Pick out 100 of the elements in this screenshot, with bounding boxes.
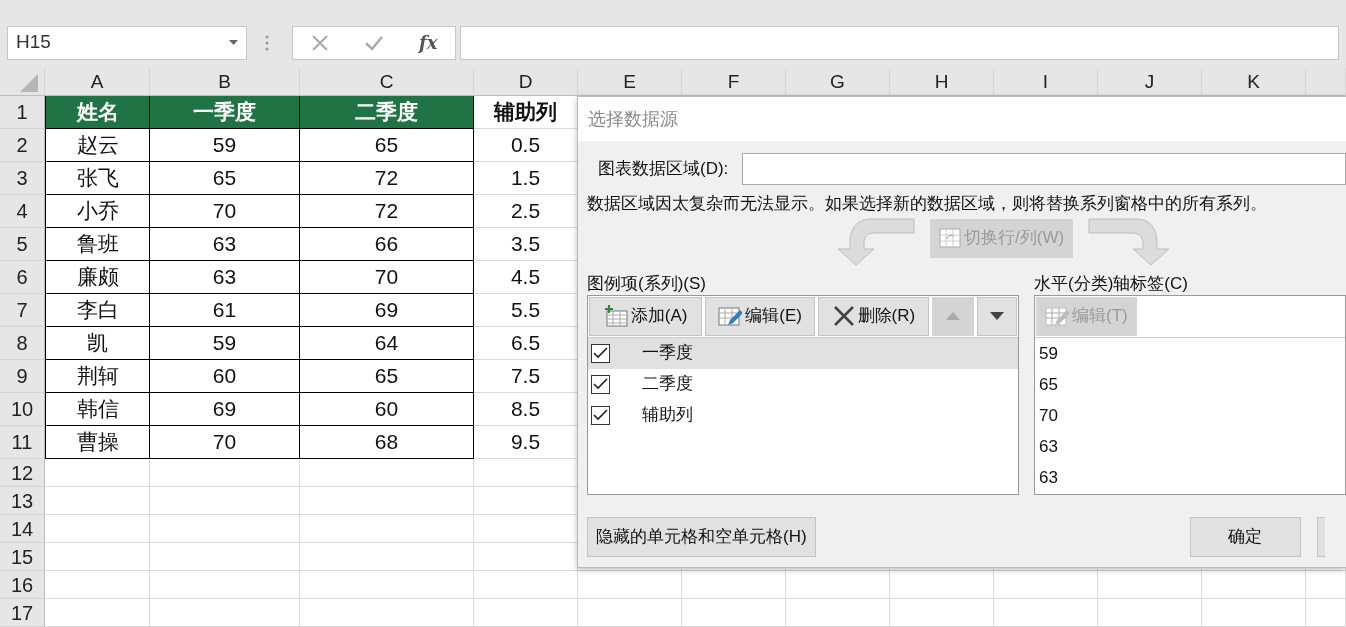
cancel-button[interactable] — [1316, 516, 1325, 557]
formula-field[interactable] — [460, 25, 1339, 60]
table-cell: 鲁班 — [45, 228, 150, 261]
table-cell: 小乔 — [45, 195, 150, 228]
series-name: 辅助列 — [642, 404, 693, 427]
range-label: 图表数据区域(D): — [598, 158, 729, 181]
move-down-button[interactable] — [977, 296, 1017, 336]
table-cell: 59 — [150, 327, 300, 360]
ok-button[interactable]: 确定 — [1189, 516, 1301, 557]
down-arrow-icon — [990, 312, 1005, 320]
column-header[interactable]: E — [578, 68, 682, 96]
table-cell: 63 — [150, 228, 300, 261]
series-name: 二季度 — [642, 373, 693, 396]
add-table-icon — [603, 305, 628, 327]
row-header[interactable]: 5 — [0, 228, 45, 261]
checkbox[interactable] — [591, 343, 610, 363]
row-header[interactable]: 9 — [0, 360, 45, 393]
row-header[interactable]: 16 — [0, 571, 45, 599]
column-header[interactable]: D — [474, 68, 578, 96]
table-cell: 68 — [300, 426, 474, 459]
row-header[interactable]: 15 — [0, 543, 45, 571]
table-cell: 64 — [300, 327, 474, 360]
table-cell: 廉颇 — [45, 261, 150, 294]
row-header[interactable]: 1 — [0, 96, 45, 129]
table-cell: 65 — [150, 162, 300, 195]
category-item[interactable]: 70 — [1039, 399, 1058, 431]
row-header[interactable]: 10 — [0, 393, 45, 426]
series-item[interactable]: 辅助列 — [588, 399, 1018, 431]
edit-button[interactable]: 编辑(E) — [705, 296, 816, 336]
row-header[interactable]: 13 — [0, 487, 45, 515]
category-item[interactable]: 65 — [1039, 368, 1058, 400]
table-cell: 65 — [300, 129, 474, 162]
table-cell — [1306, 599, 1346, 627]
row-header[interactable]: 11 — [0, 426, 45, 459]
column-header[interactable]: I — [994, 68, 1098, 96]
cancel-icon[interactable] — [310, 33, 329, 52]
row-header[interactable]: 12 — [0, 459, 45, 487]
up-arrow-icon — [946, 312, 961, 320]
hidden-cells-button[interactable]: 隐藏的单元格和空单元格(H) — [587, 516, 816, 557]
table-cell: 韩信 — [45, 393, 150, 426]
table-cell: 姓名 — [45, 96, 150, 129]
dialog-title: 选择数据源 — [588, 109, 678, 129]
table-cell: 65 — [300, 360, 474, 393]
table-cell: 张飞 — [45, 162, 150, 195]
dropdown-icon — [229, 40, 238, 45]
table-cell: 二季度 — [300, 96, 474, 129]
table-cell: 59 — [150, 129, 300, 162]
row-header[interactable]: 14 — [0, 515, 45, 543]
table-cell: 61 — [150, 294, 300, 327]
table-cell: 60 — [300, 393, 474, 426]
row-header[interactable]: 2 — [0, 129, 45, 162]
table-cell: 72 — [300, 162, 474, 195]
table-cell: 荆轲 — [45, 360, 150, 393]
add-button[interactable]: 添加(A) — [589, 296, 703, 336]
category-item[interactable]: 63 — [1039, 430, 1058, 462]
column-header[interactable]: G — [786, 68, 890, 96]
category-label: 水平(分类)轴标签(C) — [1034, 272, 1188, 295]
table-cell: 李白 — [45, 294, 150, 327]
column-header[interactable]: A — [45, 68, 150, 96]
table-cell — [1306, 571, 1346, 599]
table-cell: 66 — [300, 228, 474, 261]
row-header[interactable]: 4 — [0, 195, 45, 228]
edit-table-icon — [1045, 305, 1069, 327]
checkbox[interactable] — [591, 374, 610, 394]
category-item[interactable]: 63 — [1039, 461, 1058, 493]
row-header[interactable]: 17 — [0, 599, 45, 627]
series-item[interactable]: 一季度 — [588, 337, 1018, 369]
row-header[interactable]: 8 — [0, 327, 45, 360]
edit-table-icon — [718, 305, 743, 327]
table-cell: 63 — [150, 261, 300, 294]
row-header[interactable]: 6 — [0, 261, 45, 294]
column-header[interactable]: F — [682, 68, 786, 96]
table-cell: 赵云 — [45, 129, 150, 162]
table-cell: 70 — [150, 426, 300, 459]
column-header[interactable]: B — [150, 68, 300, 96]
delete-icon — [832, 305, 855, 327]
row-header[interactable]: 7 — [0, 294, 45, 327]
range-field[interactable] — [742, 153, 1346, 185]
category-item[interactable]: 59 — [1039, 337, 1058, 369]
row-header[interactable]: 3 — [0, 162, 45, 195]
checkbox[interactable] — [591, 405, 610, 425]
table-cell: 69 — [150, 393, 300, 426]
column-header[interactable]: K — [1202, 68, 1306, 96]
insert-function-button[interactable]: fx — [418, 29, 438, 56]
column-header[interactable] — [1306, 68, 1346, 96]
series-item[interactable]: 二季度 — [588, 368, 1018, 400]
message-text: 数据区域因太复杂而无法显示。如果选择新的数据区域，则将替换系列窗格中的所有系列。 — [587, 194, 1267, 213]
series-label: 图例项(系列)(S) — [587, 272, 706, 295]
column-header[interactable]: C — [300, 68, 474, 96]
column-header[interactable]: J — [1098, 68, 1202, 96]
select-all-icon[interactable] — [18, 72, 38, 92]
table-cell: 60 — [150, 360, 300, 393]
check-icon[interactable] — [363, 34, 384, 51]
table-cell: 凯 — [45, 327, 150, 360]
column-header[interactable]: H — [890, 68, 994, 96]
name-box[interactable]: H15 — [7, 25, 247, 60]
table-cell: 70 — [300, 261, 474, 294]
delete-button[interactable]: 删除(R) — [818, 296, 930, 336]
table-cell: 一季度 — [150, 96, 300, 129]
table-cell: 曹操 — [45, 426, 150, 459]
